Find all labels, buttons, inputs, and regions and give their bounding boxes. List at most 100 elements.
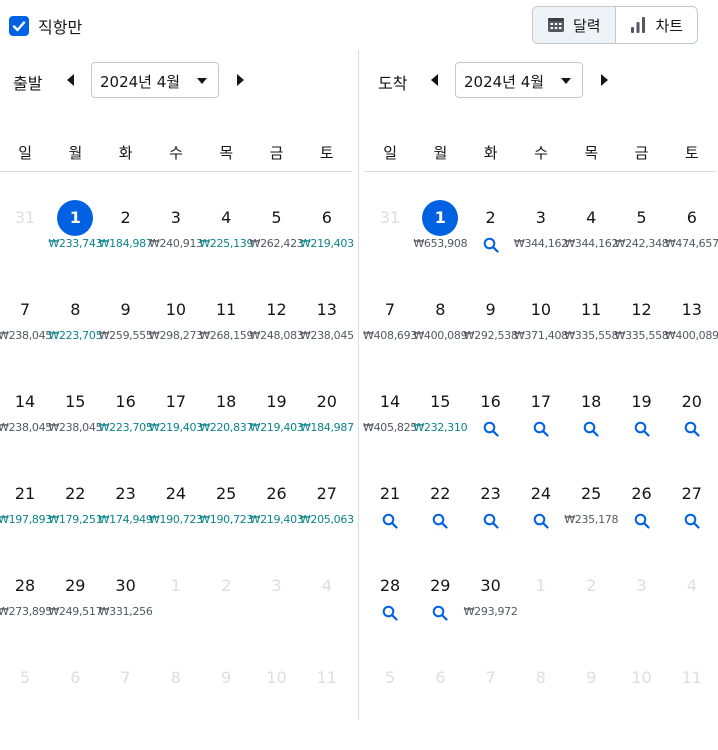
calendar-day[interactable]: 19 ₩219,403 (250, 384, 304, 474)
calendar-day[interactable]: 7 ₩408,693 (363, 292, 417, 382)
search-icon[interactable] (634, 513, 650, 529)
day-number: 6 (435, 668, 446, 687)
calendar-day[interactable]: 19 (617, 384, 667, 474)
next-month-icon[interactable] (232, 72, 248, 88)
calendar-day[interactable]: 12 ₩248,083 (250, 292, 304, 382)
calendar-day[interactable]: 18 (566, 384, 616, 474)
calendar-day[interactable]: 27 ₩205,063 (300, 476, 354, 566)
day-number: 8 (435, 300, 446, 319)
arrival-header: 도착 2024년 4월 (365, 62, 717, 98)
calendar-day[interactable]: 24 (516, 476, 566, 566)
day-number: 22 (430, 484, 451, 503)
calendar-day[interactable]: 8 ₩400,089 (413, 292, 467, 382)
search-icon[interactable] (432, 513, 448, 529)
search-icon[interactable] (483, 421, 499, 437)
day-number: 22 (65, 484, 86, 503)
calendar-day-outside-month: 6 (50, 660, 100, 750)
calendar-day[interactable]: 14 ₩405,825 (363, 384, 417, 474)
next-month-icon[interactable] (596, 72, 612, 88)
day-number: 4 (221, 208, 232, 227)
search-icon[interactable] (533, 421, 549, 437)
calendar-day[interactable]: 22 ₩179,251 (48, 476, 102, 566)
calendar-day[interactable]: 17 (516, 384, 566, 474)
calendar-day[interactable]: 21 (365, 476, 415, 566)
calendar-day[interactable]: 26 (617, 476, 667, 566)
day-number: 6 (686, 208, 697, 227)
calendar-day[interactable]: 2 (466, 200, 516, 290)
calendar-day[interactable]: 9 ₩259,555 (99, 292, 153, 382)
calendar-day[interactable]: 15 ₩232,310 (413, 384, 467, 474)
calendar-day[interactable]: 8 ₩223,705 (48, 292, 102, 382)
calendar-day-selected[interactable]: 1 ₩233,743 (48, 200, 103, 290)
day-number: 8 (170, 668, 181, 687)
calendar-day[interactable]: 26 ₩219,403 (250, 476, 304, 566)
calendar-day[interactable]: 24 ₩190,723 (149, 476, 203, 566)
calendar-day[interactable]: 20 (667, 384, 717, 474)
calendar-day[interactable]: 20 ₩184,987 (300, 384, 354, 474)
calendar-day[interactable]: 29 (415, 568, 465, 658)
day-number: 21 (14, 484, 36, 503)
departure-month-select[interactable]: 2024년 4월 (91, 62, 219, 98)
calendar-day[interactable]: 16 (466, 384, 516, 474)
day-number: 24 (165, 484, 187, 503)
calendar-day[interactable]: 9 ₩292,538 (464, 292, 518, 382)
calendar-day[interactable]: 11 ₩268,159 (199, 292, 253, 382)
calendar-day[interactable]: 14 ₩238,045 (0, 384, 52, 474)
calendar-day[interactable]: 25 ₩235,178 (564, 476, 618, 566)
calendar-day[interactable]: 16 ₩223,705 (99, 384, 153, 474)
direct-only-label: 직항만 (38, 18, 83, 37)
search-icon[interactable] (382, 513, 398, 529)
calendar-day[interactable]: 11 ₩335,558 (564, 292, 618, 382)
calendar-day[interactable]: 23 ₩174,949 (99, 476, 153, 566)
calendar-day[interactable]: 28 ₩273,895 (0, 568, 52, 658)
calendar-day[interactable]: 29 ₩249,517 (48, 568, 102, 658)
direct-only-checkbox[interactable] (9, 16, 29, 36)
calendar-day[interactable]: 5 ₩262,423 (250, 200, 304, 290)
calendar-day[interactable]: 10 ₩371,408 (514, 292, 568, 382)
direct-only-toggle[interactable]: 직항만 (9, 14, 82, 38)
search-icon[interactable] (432, 605, 448, 621)
calendar-day[interactable]: 7 ₩238,045 (0, 292, 52, 382)
chart-view-button[interactable]: 차트 (614, 7, 698, 43)
search-icon[interactable] (684, 513, 700, 529)
calendar-day[interactable]: 12 ₩335,558 (615, 292, 669, 382)
calendar-day[interactable]: 3 ₩240,913 (149, 200, 203, 290)
search-icon[interactable] (533, 513, 549, 529)
search-icon[interactable] (634, 421, 650, 437)
calendar-day[interactable]: 4 ₩225,139 (199, 200, 253, 290)
search-icon[interactable] (684, 421, 700, 437)
prev-month-icon[interactable] (63, 72, 79, 88)
weekday-fri: 금 (634, 144, 649, 162)
calendar-day[interactable]: 23 (466, 476, 516, 566)
calendar-day[interactable]: 25 ₩190,723 (199, 476, 253, 566)
departure-header: 출발 2024년 4월 (0, 62, 352, 98)
calendar-day[interactable]: 17 ₩219,403 (149, 384, 203, 474)
calendar-day[interactable]: 3 ₩344,162 (514, 200, 568, 290)
calendar-view-button[interactable]: 달력 (533, 7, 615, 43)
calendar-day[interactable]: 28 (365, 568, 415, 658)
low-price-label: ₩205,063 (299, 513, 354, 526)
calendar-day[interactable]: 2 ₩184,987 (99, 200, 153, 290)
search-icon[interactable] (382, 605, 398, 621)
calendar-day[interactable]: 22 (415, 476, 465, 566)
calendar-day[interactable]: 27 (667, 476, 717, 566)
calendar-day[interactable]: 30 ₩331,256 (99, 568, 153, 658)
calendar-day[interactable]: 6 ₩474,657 (665, 200, 718, 290)
calendar-day[interactable]: 15 ₩238,045 (48, 384, 102, 474)
arrival-title: 도착 (378, 74, 408, 93)
calendar-day[interactable]: 30 ₩293,972 (464, 568, 518, 658)
prev-month-icon[interactable] (427, 72, 443, 88)
search-icon[interactable] (583, 421, 599, 437)
arrival-month-select[interactable]: 2024년 4월 (455, 62, 583, 98)
calendar-day[interactable]: 5 ₩242,348 (615, 200, 669, 290)
calendar-day[interactable]: 18 ₩220,837 (199, 384, 253, 474)
calendar-day-selected[interactable]: 1 ₩653,908 (413, 200, 468, 290)
calendar-day[interactable]: 13 ₩400,089 (665, 292, 718, 382)
calendar-day[interactable]: 10 ₩298,273 (149, 292, 203, 382)
calendar-day[interactable]: 4 ₩344,162 (564, 200, 618, 290)
calendar-day[interactable]: 21 ₩197,893 (0, 476, 52, 566)
calendar-day[interactable]: 6 ₩219,403 (300, 200, 354, 290)
search-icon[interactable] (483, 237, 499, 253)
calendar-day[interactable]: 13 ₩238,045 (300, 292, 354, 382)
search-icon[interactable] (483, 513, 499, 529)
